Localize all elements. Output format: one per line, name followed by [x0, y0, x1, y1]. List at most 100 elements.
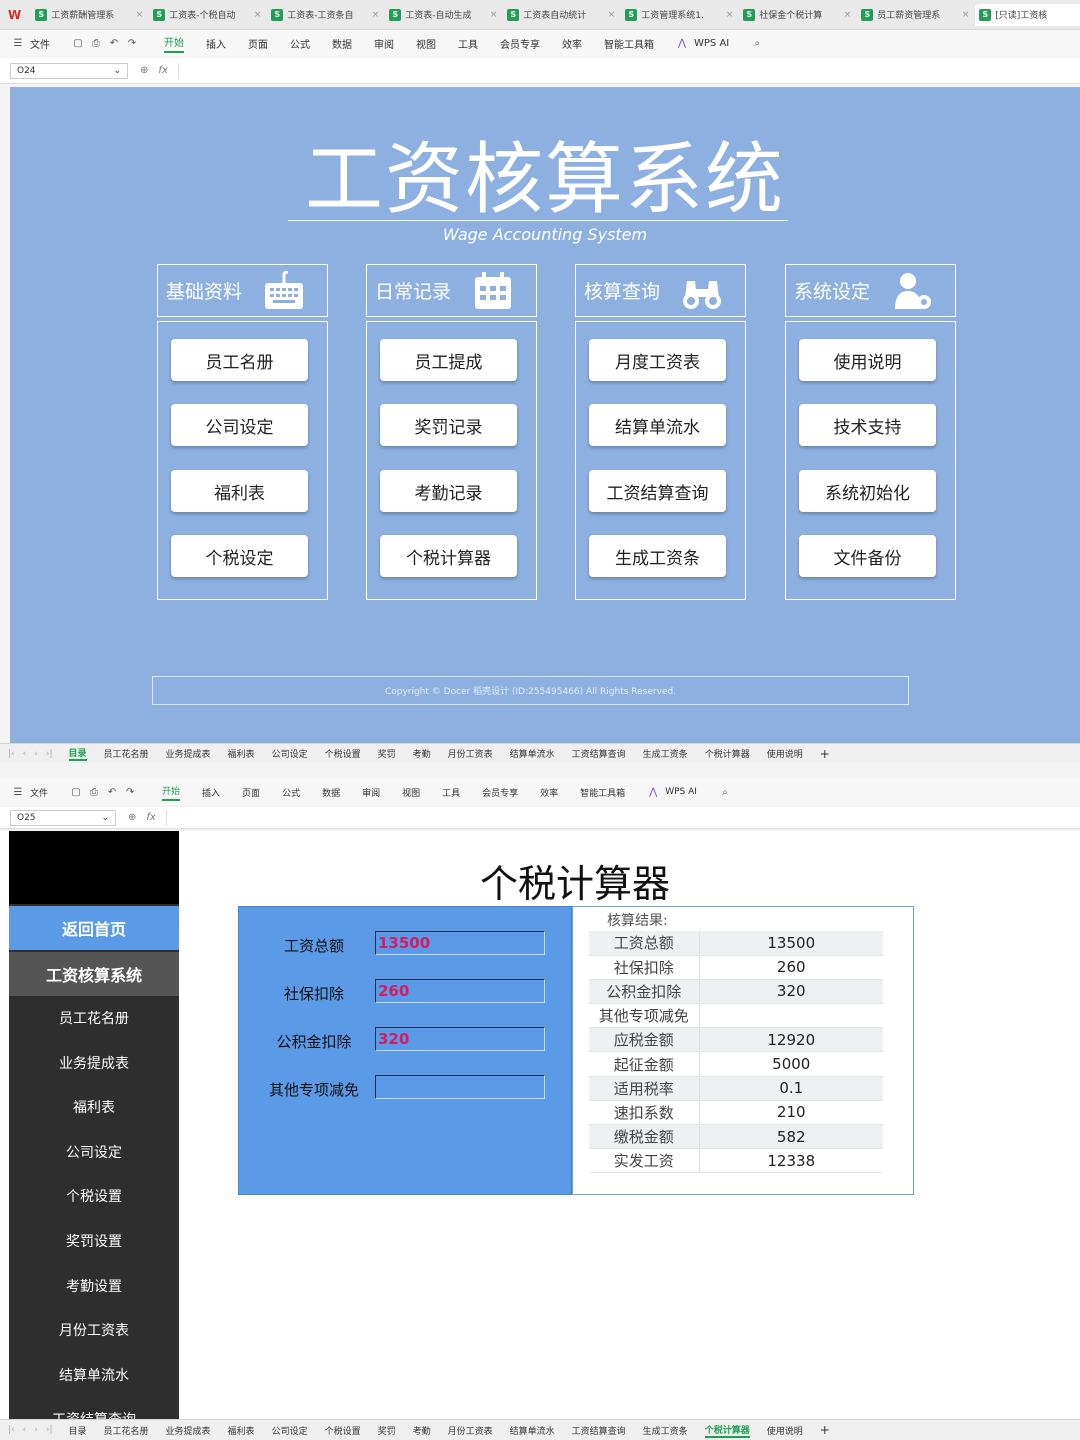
menu-review[interactable]: 审阅 [362, 786, 380, 799]
zoom-icon[interactable]: ⊕ [128, 812, 136, 823]
menu-smart-toolbox[interactable]: 智能工具箱 [604, 36, 654, 51]
menu-smart-toolbox[interactable]: 智能工具箱 [580, 786, 625, 799]
btn-tax-calculator[interactable]: 个税计算器 [380, 535, 517, 577]
btn-company-settings[interactable]: 公司设定 [171, 404, 308, 446]
file-tab[interactable]: S 员工薪资管理系 × [857, 4, 973, 26]
close-icon[interactable]: × [726, 10, 734, 20]
sheet-tab[interactable]: 公司设定 [272, 747, 308, 760]
menu-tools[interactable]: 工具 [458, 36, 478, 51]
sheet-tab[interactable]: 公司设定 [272, 1424, 308, 1437]
btn-user-guide[interactable]: 使用说明 [799, 339, 936, 381]
btn-employee-roster[interactable]: 员工名册 [171, 339, 308, 381]
file-tab[interactable]: S 工资表-个税自动 × [149, 4, 265, 26]
menu-data[interactable]: 数据 [332, 36, 352, 51]
input-housing-fund[interactable]: 320 [375, 1027, 545, 1051]
sheet-tab[interactable]: 考勤 [413, 747, 431, 760]
save-icon[interactable]: ▢ [70, 786, 82, 798]
sheet-tab[interactable]: 月份工资表 [448, 747, 493, 760]
print-icon[interactable]: ⎙ [90, 37, 102, 49]
save-icon[interactable]: ▢ [72, 37, 84, 49]
menu-member[interactable]: 会员专享 [500, 36, 540, 51]
close-icon[interactable]: × [608, 10, 616, 20]
sheet-tab[interactable]: 业务提成表 [166, 747, 211, 760]
input-social-insurance[interactable]: 260 [375, 979, 545, 1003]
next-sheet-icon[interactable]: › [34, 1425, 38, 1435]
cell-reference-box[interactable]: O24 ⌄ [10, 62, 128, 79]
sheet-tab[interactable]: 员工花名册 [104, 747, 149, 760]
hamburger-icon[interactable]: ☰ [12, 786, 24, 798]
file-tab[interactable]: S 工资薪酬管理系 × [31, 4, 147, 26]
result-value[interactable] [699, 1003, 883, 1029]
sidebar-nav-item[interactable]: 工资结算查询 [9, 1404, 179, 1419]
menu-review[interactable]: 审阅 [374, 36, 394, 51]
sheet-tab[interactable]: 奖罚 [378, 747, 396, 760]
file-tab[interactable]: S[只读]工资核× [975, 3, 1080, 26]
sheet-tab[interactable]: 个税设置 [325, 1424, 361, 1437]
result-value[interactable]: 12338 [699, 1148, 883, 1174]
sheet-tab[interactable]: 考勤 [413, 1424, 431, 1437]
undo-icon[interactable]: ↶ [108, 37, 120, 49]
file-tab[interactable]: S 工资表-工资条自 × [267, 4, 383, 26]
prev-sheet-icon[interactable]: ‹ [23, 1425, 27, 1435]
sidebar-nav-item[interactable]: 员工花名册 [9, 1003, 179, 1033]
close-icon[interactable]: × [372, 10, 380, 20]
menu-file[interactable]: 文件 [30, 36, 50, 51]
add-sheet-icon[interactable]: + [820, 1423, 830, 1437]
result-value[interactable]: 12920 [699, 1027, 883, 1053]
formula-input[interactable] [177, 62, 1080, 79]
btn-salary-query[interactable]: 工资结算查询 [589, 470, 726, 512]
sheet-tab[interactable]: 工资结算查询 [572, 747, 626, 760]
sheet-tab[interactable]: 个税计算器 [704, 1423, 750, 1438]
sheet-tab[interactable]: 工资结算查询 [572, 1424, 626, 1437]
close-icon[interactable]: × [490, 10, 498, 20]
last-sheet-icon[interactable]: ›| [46, 1425, 53, 1435]
sidebar-system-button[interactable]: 工资核算系统 [9, 952, 179, 996]
print-icon[interactable]: ⎙ [88, 786, 100, 798]
menu-tools[interactable]: 工具 [442, 786, 460, 799]
redo-icon[interactable]: ↷ [124, 786, 136, 798]
sheet-tab[interactable]: 结算单流水 [510, 747, 555, 760]
formula-input[interactable] [165, 809, 1080, 826]
zoom-icon[interactable]: ⊕ [140, 65, 148, 76]
file-tab[interactable]: S 工资管理系统1. × [621, 4, 737, 26]
close-icon[interactable]: × [136, 10, 144, 20]
wps-logo-icon[interactable]: W [8, 6, 21, 24]
menu-view[interactable]: 视图 [402, 786, 420, 799]
menu-insert[interactable]: 插入 [206, 36, 226, 51]
sidebar-nav-item[interactable]: 福利表 [9, 1092, 179, 1122]
btn-tax-settings[interactable]: 个税设定 [171, 535, 308, 577]
result-value[interactable]: 13500 [699, 931, 883, 956]
btn-generate-payslip[interactable]: 生成工资条 [589, 535, 726, 577]
first-sheet-icon[interactable]: |‹ [8, 749, 15, 759]
sheet-tab[interactable]: 使用说明 [767, 1424, 803, 1437]
btn-attendance[interactable]: 考勤记录 [380, 470, 517, 512]
close-icon[interactable]: × [844, 10, 852, 20]
menu-file[interactable]: 文件 [30, 786, 48, 799]
search-icon[interactable]: ⌕ [751, 37, 763, 49]
menu-home[interactable]: 开始 [162, 784, 181, 801]
sidebar-nav-item[interactable]: 奖罚设置 [9, 1226, 179, 1256]
input-gross-salary[interactable]: 13500 [375, 931, 545, 955]
file-tab[interactable]: S 工资表自动统计 × [503, 4, 619, 26]
result-value[interactable]: 0.1 [699, 1076, 883, 1101]
sheet-tab[interactable]: 目录 [69, 1424, 87, 1437]
sidebar-nav-item[interactable]: 个税设置 [9, 1181, 179, 1211]
sidebar-home-button[interactable]: 返回首页 [9, 906, 179, 950]
redo-icon[interactable]: ↷ [126, 37, 138, 49]
result-value[interactable]: 210 [699, 1100, 883, 1126]
menu-formula[interactable]: 公式 [290, 36, 310, 51]
fx-icon[interactable]: fx [146, 812, 155, 823]
menu-wps-ai[interactable]: WPS AI [665, 787, 697, 797]
menu-page[interactable]: 页面 [248, 36, 268, 51]
prev-sheet-icon[interactable]: ‹ [23, 749, 27, 759]
file-tab[interactable]: S 工资表-自动生成 × [385, 4, 501, 26]
sheet-tab[interactable]: 生成工资条 [643, 747, 688, 760]
sheet-tab[interactable]: 员工花名册 [104, 1424, 149, 1437]
result-value[interactable]: 5000 [699, 1051, 883, 1077]
menu-efficiency[interactable]: 效率 [540, 786, 558, 799]
menu-view[interactable]: 视图 [416, 36, 436, 51]
sheet-tab[interactable]: 个税设置 [325, 747, 361, 760]
menu-page[interactable]: 页面 [242, 786, 260, 799]
close-icon[interactable]: × [962, 10, 970, 20]
result-value[interactable]: 320 [699, 979, 883, 1005]
